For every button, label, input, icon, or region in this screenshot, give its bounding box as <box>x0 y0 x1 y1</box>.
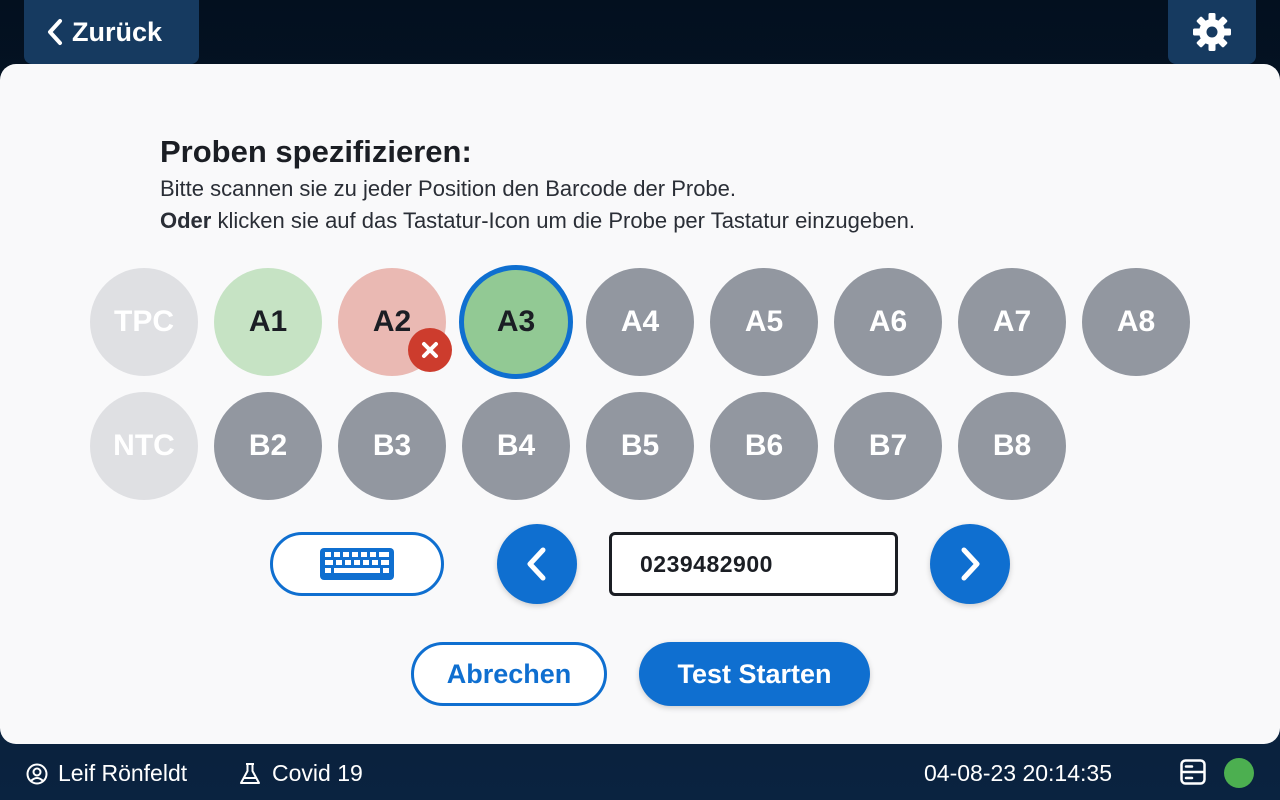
sample-b8[interactable]: B8 <box>958 392 1066 500</box>
sample-a5[interactable]: A5 <box>710 268 818 376</box>
error-icon <box>408 328 452 372</box>
sample-a8[interactable]: A8 <box>1082 268 1190 376</box>
sample-label: B2 <box>248 429 288 462</box>
chevron-left-icon <box>48 19 62 45</box>
sample-b5[interactable]: B5 <box>586 392 694 500</box>
next-sample-button[interactable] <box>930 524 1010 604</box>
connection-status-indicator <box>1224 758 1254 788</box>
sample-label: B8 <box>992 429 1032 462</box>
sample-label: A4 <box>620 305 660 338</box>
page-title: Proben spezifizieren: <box>160 134 472 169</box>
server-status-button[interactable] <box>1180 759 1216 785</box>
start-test-button[interactable]: Test Starten <box>639 642 870 706</box>
back-label: Zurück <box>72 16 163 47</box>
sample-a7[interactable]: A7 <box>958 268 1066 376</box>
sample-b6[interactable]: B6 <box>710 392 818 500</box>
sample-b7[interactable]: B7 <box>834 392 942 500</box>
instruction-line-2-text: klicken sie auf das Tastatur-Icon um die… <box>211 208 915 233</box>
sample-label: A5 <box>744 305 784 338</box>
datetime: 04-08-23 20:14:35 <box>924 760 1112 787</box>
sample-label: A7 <box>992 305 1032 338</box>
test-info: Covid 19 <box>238 760 363 787</box>
sample-b2[interactable]: B2 <box>214 392 322 500</box>
datetime-text: 04-08-23 20:14:35 <box>924 760 1112 786</box>
server-icon <box>1180 759 1206 785</box>
sample-label: A6 <box>868 305 908 338</box>
sample-label: A8 <box>1116 305 1156 338</box>
instruction-line-2: Oder klicken sie auf das Tastatur-Icon u… <box>160 208 915 234</box>
user-info: Leif Rönfeldt <box>26 760 187 787</box>
user-name: Leif Rönfeldt <box>58 760 188 786</box>
instruction-line-1: Bitte scannen sie zu jeder Position den … <box>160 176 737 201</box>
test-name: Covid 19 <box>272 760 363 786</box>
sample-a1[interactable]: A1 <box>214 268 322 376</box>
gear-icon <box>1193 13 1231 51</box>
sample-label: A3 <box>496 305 536 338</box>
sample-label: B7 <box>868 429 908 462</box>
sample-b4[interactable]: B4 <box>462 392 570 500</box>
sample-label: B4 <box>496 429 536 462</box>
back-button[interactable]: Zurück <box>24 0 199 64</box>
sample-label: A2 <box>372 305 412 338</box>
sample-a4[interactable]: A4 <box>586 268 694 376</box>
keyboard-button[interactable] <box>270 532 444 596</box>
previous-sample-button[interactable] <box>497 524 577 604</box>
sample-label: A1 <box>248 305 288 338</box>
keyboard-icon <box>320 548 394 580</box>
sample-a6[interactable]: A6 <box>834 268 942 376</box>
main-panel: Proben spezifizieren: Bitte scannen sie … <box>0 64 1280 744</box>
user-icon <box>26 763 48 784</box>
sample-b3[interactable]: B3 <box>338 392 446 500</box>
instruction-emphasis: Oder <box>160 208 212 233</box>
flask-icon <box>240 762 260 784</box>
sample-a2[interactable]: A2 <box>338 268 452 376</box>
barcode-input[interactable] <box>609 532 898 596</box>
sample-label: B6 <box>744 429 784 462</box>
sample-label: TPC <box>114 305 174 338</box>
chevron-right-icon <box>961 547 980 581</box>
cancel-button[interactable]: Abrechen <box>411 642 607 706</box>
sample-ntc[interactable]: NTC <box>90 392 198 500</box>
chevron-left-icon <box>527 547 546 581</box>
sample-tpc[interactable]: TPC <box>90 268 198 376</box>
settings-button[interactable] <box>1168 0 1256 64</box>
status-bar: Leif Rönfeldt Covid 19 04-08-23 20:14:35 <box>0 744 1280 800</box>
sample-label: B3 <box>372 429 412 462</box>
sample-label: B5 <box>620 429 660 462</box>
sample-a3[interactable]: A3 <box>459 265 573 379</box>
sample-label: NTC <box>113 429 175 462</box>
